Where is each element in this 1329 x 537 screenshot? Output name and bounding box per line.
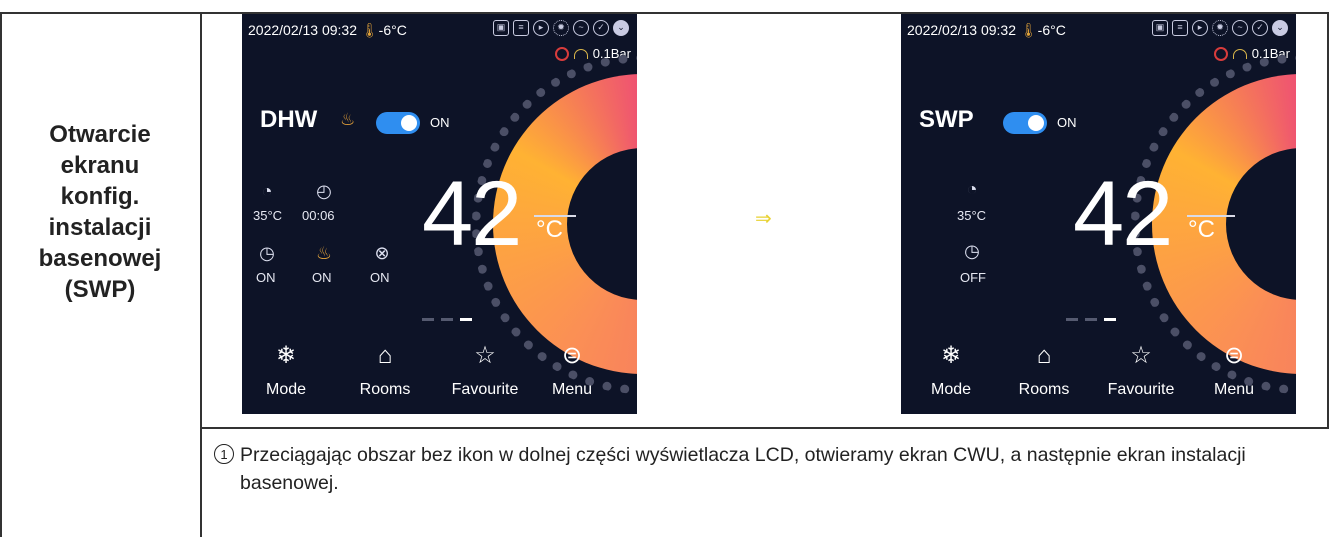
star-icon[interactable]: ☆ — [1121, 344, 1161, 368]
check-icon: ✓ — [1252, 20, 1268, 36]
status-icons: ▣ ≡ ▸ ✹ ~ ✓ ⌄ — [1152, 20, 1288, 36]
status-icons: ▣ ≡ ▸ ✹ ~ ✓ ⌄ — [493, 20, 629, 36]
mode-snowflake-sun-icon[interactable]: ❄ — [931, 344, 971, 368]
setpoint-unit: °C — [536, 216, 563, 243]
nav-mode[interactable]: Mode — [901, 381, 1001, 399]
page-dot — [422, 318, 434, 321]
nav-menu[interactable]: Menu — [1184, 381, 1284, 399]
setpoint-pointer — [534, 215, 576, 217]
nav-menu[interactable]: Menu — [522, 381, 622, 399]
section-title: Otwarcie ekranu konfig. instalacji basen… — [38, 121, 162, 303]
water-temp-gauge-icon: ◔ — [261, 181, 273, 201]
page-dot — [441, 318, 453, 321]
mode-name: SWP — [919, 106, 974, 133]
table-row-divider — [200, 427, 1329, 429]
timer-label: 00:06 — [302, 208, 335, 223]
pressure-gauge-icon — [573, 48, 588, 59]
datetime: 2022/02/13 09:32 — [907, 22, 1016, 38]
instruction-note: 1 Przeciągając obszar bez ikon w dolnej … — [214, 441, 1314, 497]
nav-favourite[interactable]: Favourite — [435, 381, 535, 399]
schedule-label: OFF — [960, 270, 986, 285]
setpoint-value: 42 — [422, 163, 522, 265]
schedule-7x24-icon: ◷ — [259, 243, 275, 263]
heater-status-icon: ≡ — [513, 20, 529, 36]
thermometer-icon: 🌡 — [360, 22, 379, 38]
display-icon: ▣ — [493, 20, 509, 36]
home-icon[interactable]: ⌂ — [1024, 344, 1064, 368]
sun-icon: ✹ — [553, 20, 569, 36]
star-icon[interactable]: ☆ — [465, 344, 505, 368]
note-text: Przeciągając obszar bez ikon w dolnej cz… — [240, 444, 1246, 494]
heater-status-icon: ≡ — [1172, 20, 1188, 36]
setpoint-pointer — [1187, 215, 1235, 217]
outdoor-temp: -6°C — [1037, 22, 1066, 38]
toggle-label: ON — [430, 115, 450, 130]
tank-icon: ~ — [1232, 20, 1248, 36]
step-number: 1 — [214, 444, 234, 464]
display-icon: ▣ — [1152, 20, 1168, 36]
mode-toggle[interactable] — [376, 112, 420, 134]
status-bar: 2022/02/13 09:32 🌡-6°C — [907, 22, 1066, 39]
menu-list-icon[interactable]: ⊜ — [1214, 344, 1254, 368]
page-dot-active — [1104, 318, 1116, 321]
pump-icon: ▸ — [533, 20, 549, 36]
table-column-divider — [200, 12, 202, 537]
controller-screen-dhw: 2022/02/13 09:32 🌡-6°C ▣ ≡ ▸ ✹ ~ ✓ ⌄ 0.1… — [242, 14, 637, 414]
outdoor-temp: -6°C — [378, 22, 407, 38]
home-icon[interactable]: ⌂ — [365, 344, 405, 368]
thermometer-icon: 🌡 — [1019, 22, 1038, 38]
fan-off-label: ON — [370, 270, 390, 285]
pump-icon: ▸ — [1192, 20, 1208, 36]
datetime: 2022/02/13 09:32 — [248, 22, 357, 38]
tank-icon: ~ — [573, 20, 589, 36]
toggle-label: ON — [1057, 115, 1077, 130]
left-cell: Otwarcie ekranu konfig. instalacji basen… — [0, 12, 200, 412]
disinfect-icon: ♨ — [315, 243, 333, 263]
controller-screen-swp: 2022/02/13 09:32 🌡-6°C ▣ ≡ ▸ ✹ ~ ✓ ⌄ 0.1… — [901, 14, 1296, 414]
setpoint-value: 42 — [1073, 163, 1173, 265]
setpoint-unit: °C — [1188, 216, 1215, 243]
mode-snowflake-sun-icon[interactable]: ❄ — [266, 344, 306, 368]
timer-icon: ◴ — [316, 181, 332, 201]
pressure-gauge-icon — [1232, 48, 1247, 59]
water-temp-gauge-icon: ◔ — [966, 179, 978, 199]
nav-rooms[interactable]: Rooms — [994, 381, 1094, 399]
nav-mode[interactable]: Mode — [242, 381, 336, 399]
water-temp-label: 35°C — [957, 208, 987, 223]
page-dot — [1066, 318, 1078, 321]
heater-icon: ♨ — [340, 110, 356, 129]
water-temp-label: 35°C — [253, 208, 283, 223]
chevron-down-icon[interactable]: ⌄ — [613, 20, 629, 36]
sun-icon: ✹ — [1212, 20, 1228, 36]
page-dot-active — [460, 318, 472, 321]
page-dots[interactable] — [422, 318, 472, 321]
mode-toggle[interactable] — [1003, 112, 1047, 134]
mode-name: DHW — [260, 106, 318, 133]
nav-favourite[interactable]: Favourite — [1091, 381, 1191, 399]
fan-off-icon: ⊗ — [374, 243, 390, 263]
schedule-7x24-icon: ◷ — [964, 241, 980, 261]
disinfect-label: ON — [312, 270, 332, 285]
chevron-down-icon[interactable]: ⌄ — [1272, 20, 1288, 36]
alarm-icon — [1213, 46, 1228, 61]
check-icon: ✓ — [593, 20, 609, 36]
nav-rooms[interactable]: Rooms — [335, 381, 435, 399]
alarm-icon — [554, 46, 569, 61]
page-dot — [1085, 318, 1097, 321]
page-dots[interactable] — [1066, 318, 1116, 321]
arrow-right-icon: ⇒ — [755, 208, 772, 230]
status-bar: 2022/02/13 09:32 🌡-6°C — [248, 22, 407, 39]
menu-list-icon[interactable]: ⊜ — [552, 344, 592, 368]
schedule-label: ON — [256, 270, 276, 285]
